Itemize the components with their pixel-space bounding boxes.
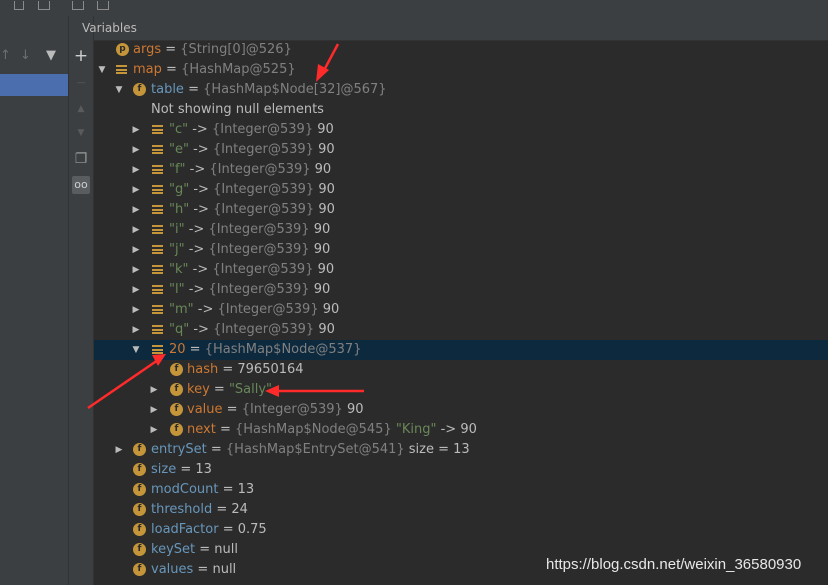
expand-toggle-icon[interactable]: ▶ (131, 200, 141, 220)
object-icon (152, 145, 163, 154)
expand-toggle-icon[interactable]: ▶ (131, 140, 141, 160)
tree-row-entry[interactable]: ▶ "f" -> {Integer@539} 90 (94, 160, 828, 180)
object-icon (152, 265, 163, 274)
expand-toggle-icon[interactable]: ▼ (114, 80, 124, 100)
field-icon: f (133, 523, 146, 536)
expand-toggle-icon[interactable]: ▶ (149, 380, 159, 400)
field-icon: f (170, 423, 183, 436)
expand-toggle-icon[interactable]: ▶ (131, 180, 141, 200)
tree-row-entry[interactable]: ▶ "h" -> {Integer@539} 90 (94, 200, 828, 220)
field-icon: f (133, 463, 146, 476)
field-icon: f (133, 83, 146, 96)
variables-tree: p args = {String[0]@526} ▼ map = {HashMa… (94, 40, 828, 585)
tree-row-entry[interactable]: ▶ "c" -> {Integer@539} 90 (94, 120, 828, 140)
field-icon: f (170, 403, 183, 416)
expand-toggle-icon[interactable]: ▼ (131, 340, 141, 360)
field-icon: f (133, 503, 146, 516)
object-icon (152, 325, 163, 334)
tree-row-args[interactable]: p args = {String[0]@526} (94, 40, 828, 60)
var-name: args (133, 42, 162, 57)
object-icon (152, 205, 163, 214)
tree-row-table[interactable]: ▼ f table = {HashMap$Node[32]@567} (94, 80, 828, 100)
tree-row-next[interactable]: ▶ f next = {HashMap$Node@545} "King" -> … (94, 420, 828, 440)
expand-toggle-icon[interactable]: ▼ (97, 60, 107, 80)
expand-toggle-icon[interactable]: ▶ (131, 240, 141, 260)
variables-toolstrip: + — ▲ ▼ ❐ oo (69, 16, 94, 585)
watermark: https://blog.csdn.net/weixin_36580930 (546, 556, 802, 573)
expand-toggle-icon[interactable]: ▶ (114, 440, 124, 460)
top-toolbar (0, 0, 828, 16)
expand-toggle-icon[interactable]: ▶ (131, 280, 141, 300)
object-icon (116, 65, 127, 74)
field-icon: f (170, 383, 183, 396)
panel-title: Variables (82, 21, 137, 35)
object-icon (152, 185, 163, 194)
tree-row-key[interactable]: ▶ f key = "Sally" (94, 380, 828, 400)
toolbar-icon[interactable] (38, 1, 50, 10)
tree-row-entry[interactable]: ▶ "q" -> {Integer@539} 90 (94, 320, 828, 340)
expand-toggle-icon[interactable]: ▶ (131, 220, 141, 240)
selected-frame[interactable] (0, 74, 68, 96)
tree-row-entry[interactable]: ▶ "j" -> {Integer@539} 90 (94, 240, 828, 260)
variables-header: Variables (82, 16, 828, 41)
tree-row-size[interactable]: f size = 13 (94, 460, 828, 480)
object-icon (152, 225, 163, 234)
tree-row-entry[interactable]: ▶ "i" -> {Integer@539} 90 (94, 220, 828, 240)
tree-row-modcount[interactable]: f modCount = 13 (94, 480, 828, 500)
frames-pane: ↑ ↓ ▼ (0, 16, 69, 585)
tree-row-entry[interactable]: ▶ "l" -> {Integer@539} 90 (94, 280, 828, 300)
tree-row-hash[interactable]: f hash = 79650164 (94, 360, 828, 380)
field-icon: f (170, 363, 183, 376)
tree-row-loadfactor[interactable]: f loadFactor = 0.75 (94, 520, 828, 540)
tree-row-map[interactable]: ▼ map = {HashMap@525} (94, 60, 828, 80)
tree-row-entry[interactable]: ▶ "k" -> {Integer@539} 90 (94, 260, 828, 280)
object-icon (152, 285, 163, 294)
field-icon: f (133, 443, 146, 456)
tree-row-node-20[interactable]: ▼ 20 = {HashMap$Node@537} (94, 340, 828, 360)
var-ref: {String[0]@526} (180, 42, 292, 57)
tree-row-entry[interactable]: ▶ "g" -> {Integer@539} 90 (94, 180, 828, 200)
field-icon: f (133, 563, 146, 576)
plus-icon[interactable]: + (72, 47, 90, 65)
parameter-icon: p (116, 43, 129, 56)
tree-row-threshold[interactable]: f threshold = 24 (94, 500, 828, 520)
filter-icon[interactable]: ▼ (46, 48, 56, 63)
tree-row-value[interactable]: ▶ f value = {Integer@539} 90 (94, 400, 828, 420)
expand-toggle-icon[interactable]: ▶ (131, 300, 141, 320)
object-icon (152, 305, 163, 314)
grid-icon[interactable] (72, 1, 84, 10)
tree-row-entryset[interactable]: ▶ f entrySet = {HashMap$EntrySet@541} si… (94, 440, 828, 460)
tree-row-note: Not showing null elements (94, 100, 828, 120)
object-icon (152, 345, 163, 354)
null-elements-note: Not showing null elements (151, 102, 324, 117)
toolbar-icon[interactable] (14, 1, 24, 10)
object-icon (152, 165, 163, 174)
arrow-up-icon[interactable]: ↑ (0, 48, 11, 63)
glasses-icon[interactable]: oo (72, 176, 90, 194)
copy-icon[interactable]: ❐ (72, 150, 90, 168)
expand-toggle-icon[interactable]: ▶ (149, 400, 159, 420)
expand-toggle-icon[interactable]: ▶ (149, 420, 159, 440)
field-icon: f (133, 543, 146, 556)
remove-icon[interactable]: — (72, 74, 90, 92)
tree-row-entry[interactable]: ▶ "m" -> {Integer@539} 90 (94, 300, 828, 320)
move-down-icon[interactable]: ▼ (72, 124, 90, 142)
field-icon: f (133, 483, 146, 496)
object-icon (152, 125, 163, 134)
move-up-icon[interactable]: ▲ (72, 100, 90, 118)
expand-toggle-icon[interactable]: ▶ (131, 260, 141, 280)
expand-toggle-icon[interactable]: ▶ (131, 320, 141, 340)
arrow-down-icon[interactable]: ↓ (20, 48, 31, 63)
tree-row-entry[interactable]: ▶ "e" -> {Integer@539} 90 (94, 140, 828, 160)
expand-toggle-icon[interactable]: ▶ (131, 120, 141, 140)
object-icon (152, 245, 163, 254)
toolbar-icon[interactable] (97, 1, 109, 10)
expand-toggle-icon[interactable]: ▶ (131, 160, 141, 180)
